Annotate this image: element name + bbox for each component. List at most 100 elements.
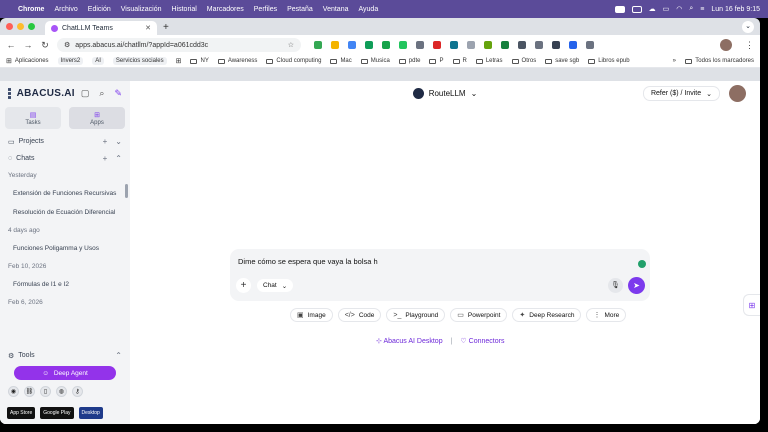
- projects-section[interactable]: ▭ Projects + ⌄: [0, 133, 130, 150]
- menu-visualizacion[interactable]: Visualización: [121, 6, 162, 13]
- grammar-icon[interactable]: [638, 260, 646, 268]
- key-extension-icon[interactable]: [518, 41, 526, 49]
- bookmark-folder-otros[interactable]: Otros: [511, 58, 536, 64]
- browser-tab[interactable]: ChatLLM Teams ✕: [45, 21, 157, 35]
- bookmark-folder-libros[interactable]: Libros epub: [588, 58, 630, 64]
- profile-avatar[interactable]: [720, 39, 732, 51]
- microphone-icon[interactable]: 🎙: [608, 278, 623, 293]
- chevron-up-icon[interactable]: ⌃: [115, 154, 122, 163]
- menu-marcadores[interactable]: Marcadores: [207, 6, 244, 13]
- battery-icon[interactable]: ▭: [663, 5, 670, 13]
- close-tab-icon[interactable]: ✕: [145, 24, 151, 32]
- menu-ventana[interactable]: Ventana: [323, 6, 349, 13]
- bookmark-invers2[interactable]: Invers2: [57, 57, 84, 65]
- chevron-down-icon[interactable]: ⌄: [115, 137, 122, 146]
- control-center-icon[interactable]: ≡: [700, 6, 704, 13]
- lime-extension-icon[interactable]: [484, 41, 492, 49]
- connectors-link[interactable]: ♡ Connectors: [460, 337, 504, 345]
- powerpoint-button[interactable]: ▭ Powerpoint: [450, 308, 508, 322]
- brand-name[interactable]: ABACUS.AI: [17, 88, 75, 99]
- bookmark-star-icon[interactable]: ☆: [288, 41, 294, 49]
- deep-research-button[interactable]: ✦ Deep Research: [512, 308, 582, 322]
- app-store-badge[interactable]: App Store: [7, 407, 36, 419]
- menu-pestana[interactable]: Pestaña: [287, 6, 313, 13]
- chat-item[interactable]: Resolución de Ecuación Diferencial: [0, 203, 122, 222]
- bookmark-folder-awareness[interactable]: Awareness: [217, 58, 257, 64]
- docs-extension-icon[interactable]: [365, 41, 373, 49]
- bookmark-folder-save-sgb[interactable]: save sgb: [545, 58, 579, 64]
- drive-extension-icon[interactable]: [314, 41, 322, 49]
- doc-tool-icon[interactable]: ▯: [40, 386, 51, 397]
- bookmark-folder-mac[interactable]: Mac: [330, 58, 352, 64]
- chevron-up-icon[interactable]: ⌃: [115, 351, 122, 360]
- code-button[interactable]: </> Code: [337, 308, 382, 322]
- green-extension-icon[interactable]: [501, 41, 509, 49]
- image-button[interactable]: ▣ Image: [290, 308, 333, 322]
- teal-extension-icon[interactable]: [450, 41, 458, 49]
- menu-ayuda[interactable]: Ayuda: [359, 6, 379, 13]
- more-button[interactable]: ⋮ More: [586, 308, 627, 322]
- menu-perfiles[interactable]: Perfiles: [254, 6, 277, 13]
- grid-extension-icon[interactable]: [416, 41, 424, 49]
- back-icon[interactable]: ←: [6, 40, 16, 50]
- menu-edicion[interactable]: Edición: [88, 6, 111, 13]
- menu-clock[interactable]: Lun 16 feb 9:15: [711, 6, 760, 13]
- send-button[interactable]: ➤: [628, 277, 645, 294]
- pdf-extension-icon[interactable]: [433, 41, 441, 49]
- browser-menu-icon[interactable]: ⋮: [745, 40, 754, 51]
- key-tool-icon[interactable]: ⚷: [72, 386, 83, 397]
- display-icon[interactable]: [631, 5, 642, 13]
- chat-item[interactable]: Extensión de Funciones Recursivas: [0, 184, 122, 203]
- chat-tool-icon[interactable]: ◉: [8, 386, 19, 397]
- desktop-badge[interactable]: Desktop: [78, 407, 103, 419]
- print-icon[interactable]: [586, 41, 594, 49]
- side-panel-toggle-icon[interactable]: ⊞: [743, 294, 760, 316]
- tools-section[interactable]: ⚙ Tools ⌃: [0, 347, 130, 364]
- search-icon[interactable]: ⌕: [689, 5, 693, 13]
- search-icon[interactable]: ⌕: [99, 88, 104, 99]
- user-avatar[interactable]: [729, 85, 746, 102]
- reload-icon[interactable]: ↻: [40, 40, 50, 51]
- url-text[interactable]: apps.abacus.ai/chatllm/?appId=a061cdd3c: [75, 42, 208, 49]
- chat-composer[interactable]: Dime cómo se espera que vaya la bolsa h …: [230, 249, 650, 301]
- bookmark-servicios-sociales[interactable]: Servicios sociales: [112, 57, 167, 65]
- github-icon[interactable]: ◍: [56, 386, 67, 397]
- deep-agent-button[interactable]: ☺ Deep Agent: [14, 366, 116, 380]
- mode-selector[interactable]: Chat ⌄: [257, 279, 294, 292]
- model-selector[interactable]: RouteLLM ⌄: [412, 88, 477, 99]
- add-project-icon[interactable]: +: [103, 137, 108, 146]
- excel-extension-icon[interactable]: [382, 41, 390, 49]
- translate-extension-icon[interactable]: [348, 41, 356, 49]
- wifi-icon[interactable]: ◠: [676, 5, 682, 13]
- chat-item[interactable]: Funciones Poligamma y Usos: [0, 239, 122, 258]
- menu-app-name[interactable]: Chrome: [18, 6, 44, 13]
- bookmark-folder-musica[interactable]: Musica: [360, 58, 390, 64]
- address-bar[interactable]: ⚙ apps.abacus.ai/chatllm/?appId=a061cdd3…: [57, 38, 301, 52]
- playground-button[interactable]: >_ Playground: [386, 308, 446, 322]
- refer-invite-button[interactable]: Refer ($) / Invite ⌄: [642, 86, 720, 101]
- minimize-window-button[interactable]: [17, 23, 24, 30]
- bookmark-folder-cloud[interactable]: Cloud computing: [266, 58, 321, 64]
- close-window-button[interactable]: [6, 23, 13, 30]
- bookmark-ai[interactable]: AI: [92, 57, 104, 65]
- chats-section[interactable]: ◌ Chats + ⌃: [0, 150, 130, 167]
- bookmark-folder-p[interactable]: P: [429, 58, 444, 64]
- new-tab-button[interactable]: +: [163, 21, 169, 35]
- cloud-icon[interactable]: ☁: [649, 5, 656, 13]
- whatsapp-extension-icon[interactable]: [399, 41, 407, 49]
- history-extension-icon[interactable]: [535, 41, 543, 49]
- translate-page-icon[interactable]: [569, 41, 577, 49]
- tab-apps[interactable]: ⊞ Apps: [69, 107, 125, 129]
- add-chat-icon[interactable]: +: [103, 154, 108, 163]
- bookmark-folder-ny[interactable]: NY: [190, 58, 209, 64]
- tab-search-button[interactable]: ⌄: [742, 21, 754, 33]
- new-chat-icon[interactable]: ✎: [114, 88, 122, 99]
- circle-extension-icon[interactable]: [467, 41, 475, 49]
- toggle-sidebar-icon[interactable]: ▢: [81, 88, 90, 99]
- v-extension-icon[interactable]: [331, 41, 339, 49]
- tab-tasks[interactable]: ▤ Tasks: [5, 107, 61, 129]
- all-bookmarks[interactable]: » Todos los marcadores: [673, 58, 754, 64]
- screen-record-icon[interactable]: [614, 5, 625, 13]
- bookmark-folder-letras[interactable]: Letras: [475, 58, 503, 64]
- bookmark-grid[interactable]: ⊞: [176, 57, 182, 65]
